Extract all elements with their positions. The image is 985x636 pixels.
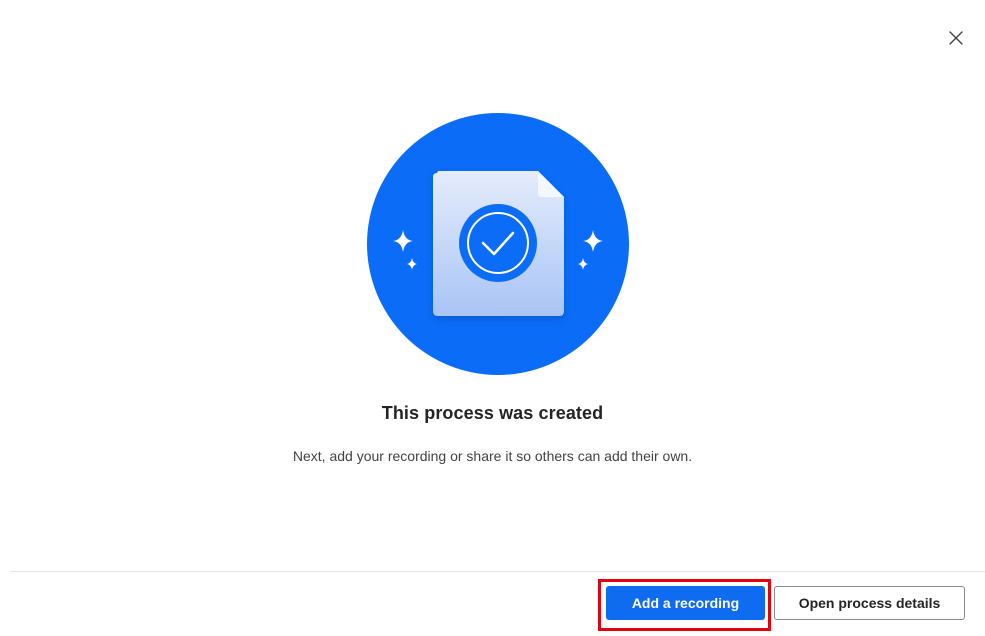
close-button[interactable] (944, 26, 968, 50)
document-check-icon (433, 171, 564, 316)
hero-illustration (367, 113, 629, 375)
footer-divider (10, 571, 985, 572)
process-created-dialog: This process was created Next, add your … (0, 0, 985, 636)
dialog-subtitle: Next, add your recording or share it so … (292, 448, 693, 464)
close-icon (949, 31, 963, 45)
add-recording-button[interactable]: Add a recording (606, 586, 765, 620)
open-process-details-button[interactable]: Open process details (774, 586, 965, 620)
dialog-title: This process was created (381, 403, 604, 423)
